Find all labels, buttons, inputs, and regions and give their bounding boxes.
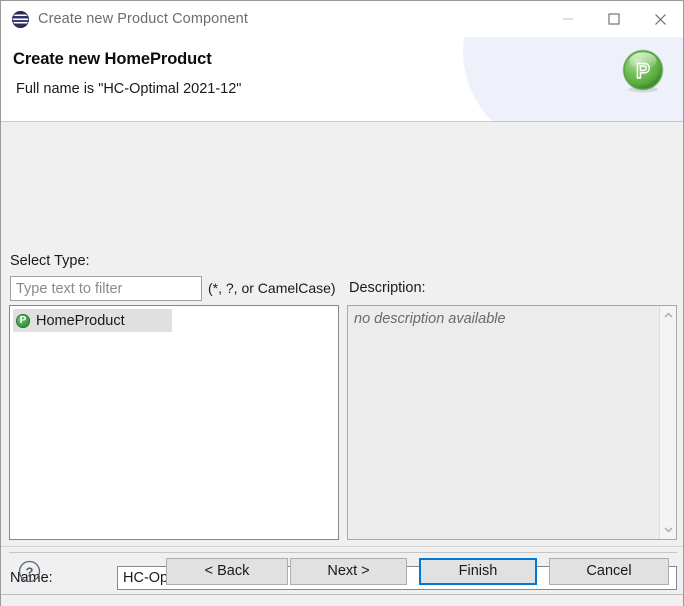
create-product-component-dialog: Create new Product Component Create new … xyxy=(0,0,684,606)
maximize-icon[interactable] xyxy=(591,1,637,37)
cancel-button[interactable]: Cancel xyxy=(549,558,669,585)
product-component-icon xyxy=(16,314,30,328)
filter-syntax-hint: (*, ?, or CamelCase) xyxy=(208,280,336,296)
minimize-icon[interactable] xyxy=(545,1,591,37)
select-type-label: Select Type: xyxy=(10,253,90,269)
list-item-label: HomeProduct xyxy=(36,313,125,329)
description-scrollbar[interactable] xyxy=(659,306,676,539)
svg-text:P: P xyxy=(636,60,650,83)
green-product-sphere-icon: P xyxy=(620,48,666,94)
faktor-ips-logo-icon xyxy=(12,11,29,28)
help-icon[interactable]: ? xyxy=(18,560,41,583)
dialog-banner: Create new HomeProduct Full name is "HC-… xyxy=(1,37,683,122)
finish-button[interactable]: Finish xyxy=(419,558,537,585)
window-controls xyxy=(545,1,683,37)
page-subtitle: Full name is "HC-Optimal 2021-12" xyxy=(16,81,241,97)
chevron-up-icon[interactable] xyxy=(663,310,674,321)
svg-text:?: ? xyxy=(26,565,34,580)
window-title: Create new Product Component xyxy=(38,11,248,27)
close-icon[interactable] xyxy=(637,1,683,37)
chevron-down-icon[interactable] xyxy=(663,524,674,535)
description-text: no description available xyxy=(348,306,659,539)
type-filter-input[interactable] xyxy=(10,276,202,301)
title-bar: Create new Product Component xyxy=(1,1,683,37)
background-sliver xyxy=(1,594,683,606)
description-label: Description: xyxy=(349,280,426,296)
description-panel: no description available xyxy=(347,305,677,540)
dialog-body: Select Type: (*, ?, or CamelCase) Descri… xyxy=(1,122,683,606)
list-item[interactable]: HomeProduct xyxy=(13,309,172,332)
dialog-footer: ? < Back Next > Finish Cancel xyxy=(1,546,683,594)
page-title: Create new HomeProduct xyxy=(13,50,212,69)
type-list[interactable]: HomeProduct xyxy=(9,305,339,540)
back-button[interactable]: < Back xyxy=(166,558,288,585)
next-button[interactable]: Next > xyxy=(290,558,407,585)
